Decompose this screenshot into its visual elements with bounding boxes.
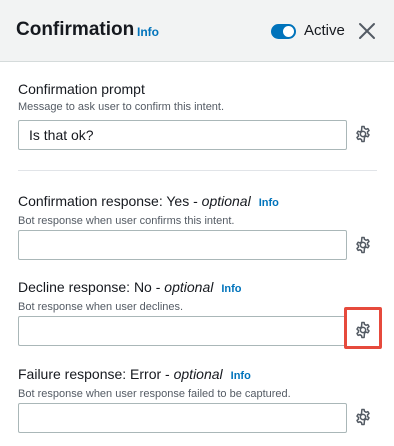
confirmation-response-group: Confirmation response: Yes - optional Inf… [18, 193, 378, 228]
info-link[interactable]: Info [137, 25, 159, 39]
decline-response-input[interactable] [18, 316, 347, 346]
panel-title: Confirmation [16, 19, 135, 40]
gear-icon[interactable] [354, 408, 372, 426]
panel-header: Confirmation Info Active [0, 0, 394, 62]
active-toggle[interactable] [271, 24, 296, 39]
info-link[interactable]: Info [221, 283, 241, 295]
failure-response-description: Bot response when user response failed t… [18, 388, 291, 400]
toggle-label: Active [304, 22, 345, 39]
info-link[interactable]: Info [259, 197, 279, 209]
gear-icon[interactable] [354, 321, 372, 339]
close-icon[interactable] [357, 21, 377, 41]
info-link[interactable]: Info [231, 370, 251, 382]
decline-response-group: Decline response: No - optional Info Bot … [18, 279, 378, 314]
failure-response-input[interactable] [18, 403, 347, 433]
decline-response-description: Bot response when user declines. [18, 301, 184, 313]
confirmation-prompt-group: Confirmation prompt Message to ask user … [18, 81, 378, 114]
gear-icon[interactable] [354, 125, 372, 143]
toggle-knob [283, 26, 294, 37]
confirmation-response-description: Bot response when user confirms this int… [18, 215, 235, 227]
confirmation-response-input[interactable] [18, 230, 347, 260]
gear-icon[interactable] [354, 236, 372, 254]
decline-response-label: Decline response: No - optional Info [18, 279, 242, 295]
confirmation-prompt-description: Message to ask user to confirm this inte… [18, 101, 225, 113]
divider [18, 170, 377, 171]
confirmation-response-label: Confirmation response: Yes - optional Inf… [18, 193, 279, 209]
failure-response-group: Failure response: Error - optional Info B… [18, 366, 378, 401]
confirmation-prompt-label: Confirmation prompt [18, 81, 145, 97]
confirmation-prompt-input[interactable] [18, 120, 347, 150]
failure-response-label: Failure response: Error - optional Info [18, 366, 251, 382]
